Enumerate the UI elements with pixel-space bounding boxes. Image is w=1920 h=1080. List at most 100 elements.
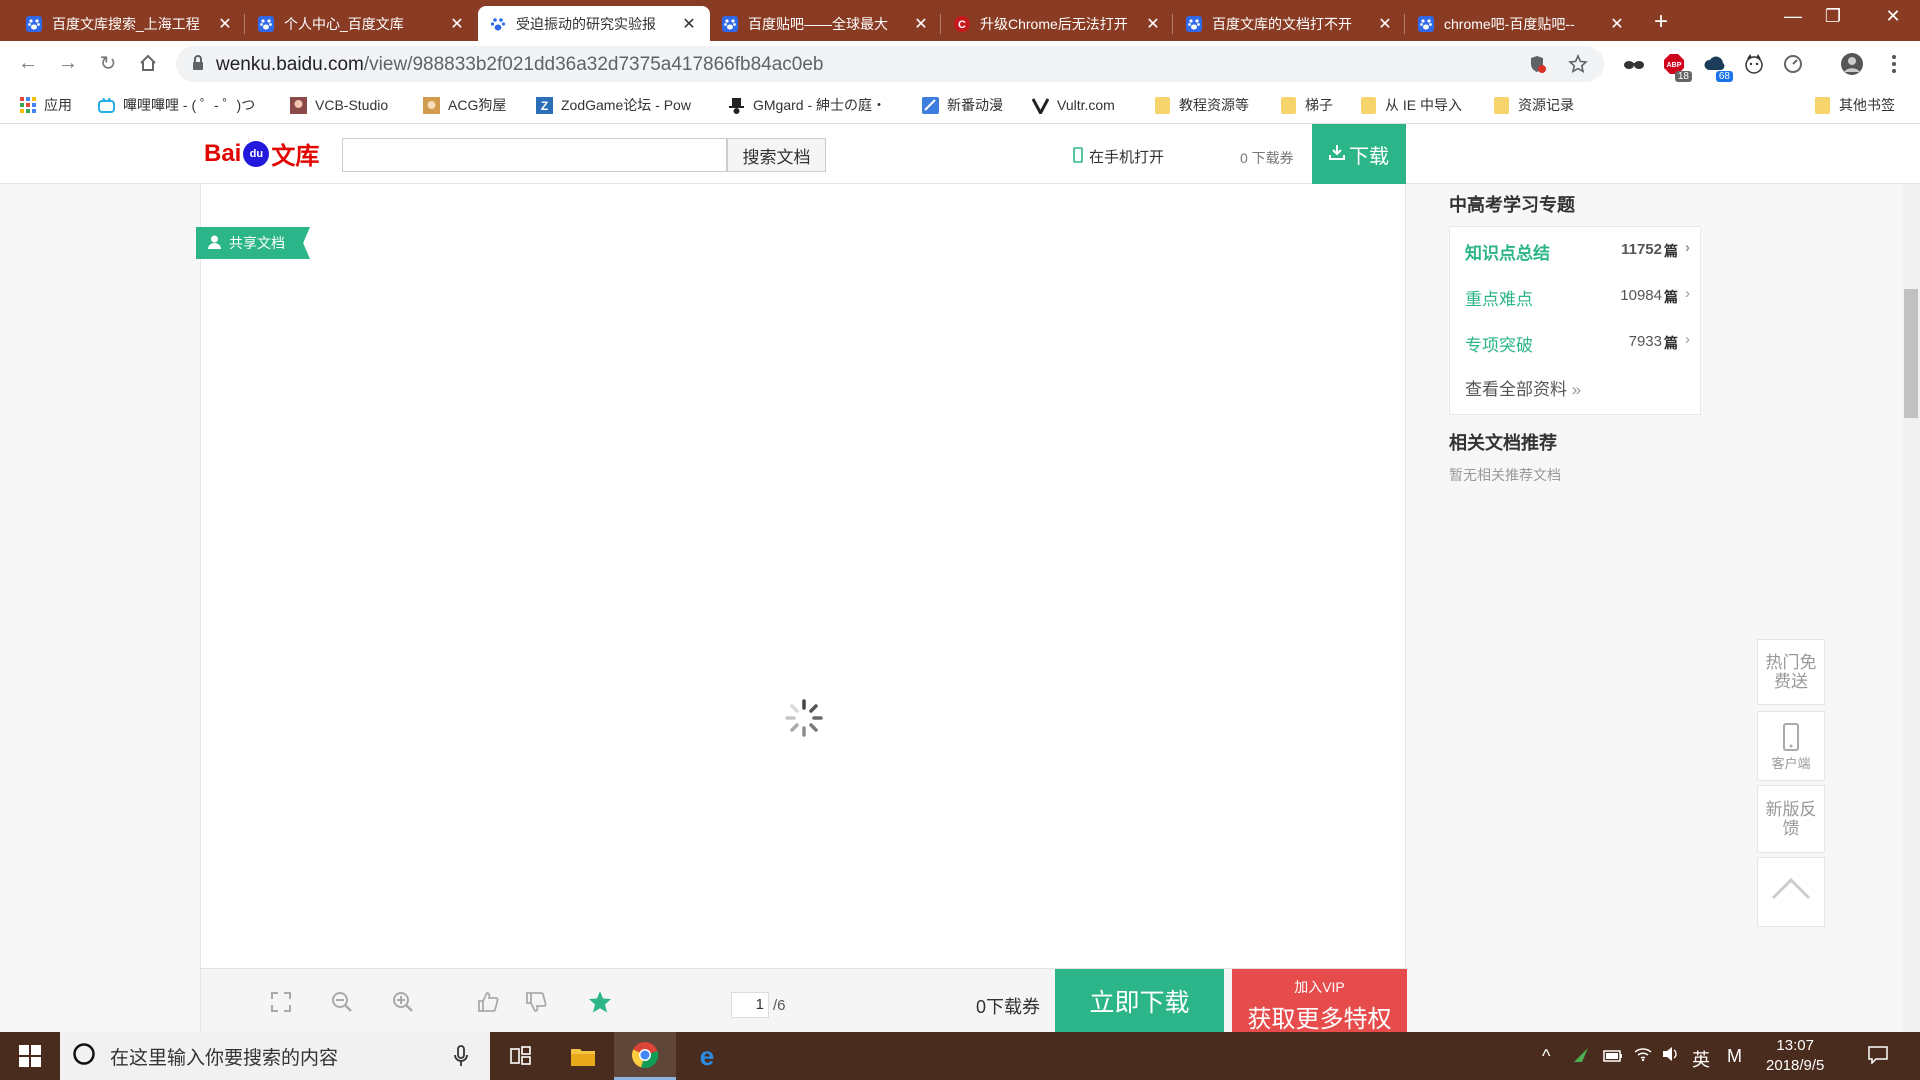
user-icon xyxy=(208,235,221,252)
tray-app-arrow-icon[interactable] xyxy=(1572,1046,1590,1069)
download-button[interactable]: 下载 xyxy=(1312,124,1406,185)
task-view-icon[interactable] xyxy=(490,1032,552,1080)
tab-wenku-search[interactable]: 百度文库搜索_上海工程 ✕ xyxy=(14,6,246,41)
clock-time: 13:07 xyxy=(1776,1037,1814,1054)
forward-arrow-icon[interactable]: → xyxy=(54,49,82,77)
volume-icon[interactable] xyxy=(1662,1046,1680,1067)
bookmark-bilibili[interactable]: 嗶哩嗶哩 - ( ゜- ゜)つ xyxy=(98,95,273,115)
restore-button[interactable]: ❐ xyxy=(1810,6,1856,27)
cloud-badge: 68 xyxy=(1715,71,1733,82)
folder-icon xyxy=(1154,96,1171,114)
tab-wenku-cant-open[interactable]: 百度文库的文档打不开 ✕ xyxy=(1174,6,1406,41)
bookmark-apps[interactable]: 应用 xyxy=(19,95,72,115)
close-icon[interactable]: ✕ xyxy=(912,14,930,34)
page-number-input[interactable]: 1 xyxy=(731,992,769,1018)
tab-tieba[interactable]: 百度贴吧——全球最大 ✕ xyxy=(710,6,942,41)
windows-start-button[interactable] xyxy=(0,1032,60,1080)
baidu-paw-icon xyxy=(258,15,274,32)
star-icon[interactable] xyxy=(1568,54,1588,74)
logo-du-paw: du xyxy=(243,140,270,167)
tab-strip: 百度文库搜索_上海工程 ✕ 个人中心_百度文库 ✕ 受迫振动的研究实验报 ✕ 百… xyxy=(0,0,1920,41)
system-clock[interactable]: 13:07 2018/9/5 xyxy=(1766,1036,1824,1076)
bookmark-folder-resources[interactable]: 资源记录 xyxy=(1493,95,1574,115)
tab-chrome-tieba[interactable]: chrome吧-百度贴吧-- ✕ xyxy=(1406,6,1638,41)
notification-center-icon[interactable] xyxy=(1868,1046,1888,1069)
taskbar-search-box[interactable]: 在这里输入你要搜索的内容 xyxy=(60,1032,490,1080)
client-app-button[interactable]: 客户端 xyxy=(1757,711,1825,781)
bookmarks-bar: 应用 嗶哩嗶哩 - ( ゜- ゜)つ VCB-Studio ACG狗屋 Z Zo… xyxy=(0,87,1920,124)
bookmark-xinfan[interactable]: 新番动漫 xyxy=(922,95,1003,115)
bookmark-other[interactable]: 其他书签 xyxy=(1814,95,1895,115)
menu-kebab-icon[interactable] xyxy=(1882,52,1906,76)
tray-expand-chevron-icon[interactable]: ^ xyxy=(1542,1046,1550,1067)
bookmark-vcb-studio[interactable]: VCB-Studio xyxy=(290,95,388,115)
thumbs-up-icon[interactable] xyxy=(475,989,501,1015)
search-doc-button[interactable]: 搜索文档 xyxy=(727,138,826,172)
bookmark-gmgard[interactable]: GMgard - 紳士の庭・ xyxy=(728,95,903,115)
bookmark-vultr[interactable]: Vultr.com xyxy=(1032,95,1115,115)
topic-item-summary[interactable]: 知识点总结 11752 篇 › xyxy=(1465,239,1690,263)
svg-text:e: e xyxy=(700,1043,714,1069)
tab-personal-center[interactable]: 个人中心_百度文库 ✕ xyxy=(246,6,478,41)
feedback-button[interactable]: 新版反馈 xyxy=(1757,785,1825,853)
close-window-button[interactable]: ✕ xyxy=(1870,6,1916,27)
file-explorer-icon[interactable] xyxy=(552,1032,614,1080)
incognito-mask-icon[interactable] xyxy=(1622,52,1646,76)
adblock-icon[interactable]: ABP 18 xyxy=(1662,52,1692,82)
see-all-link[interactable]: 查看全部资料 » xyxy=(1465,375,1581,400)
shield-blocked-icon[interactable] xyxy=(1527,54,1547,74)
bookmark-folder-tutorials[interactable]: 教程资源等 xyxy=(1154,95,1249,115)
url-text[interactable]: wenku.baidu.com/view/988833b2f021dd36a32… xyxy=(216,54,823,76)
tab-chrome-upgrade[interactable]: C 升级Chrome后无法打开 ✕ xyxy=(942,6,1174,41)
hot-free-button[interactable]: 热门免费送 xyxy=(1757,639,1825,705)
favorite-star-icon[interactable] xyxy=(587,989,613,1015)
wifi-icon[interactable] xyxy=(1634,1046,1652,1067)
zodgame-z-icon: Z xyxy=(536,96,553,114)
chevron-right-icon: › xyxy=(1685,239,1690,256)
scrollbar-thumb[interactable] xyxy=(1904,289,1918,418)
fullscreen-icon[interactable] xyxy=(268,989,294,1015)
join-vip-button[interactable]: 加入VIP 获取更多特权 xyxy=(1232,969,1407,1032)
battery-icon[interactable] xyxy=(1603,1046,1623,1067)
open-on-phone-link[interactable]: 在手机打开 xyxy=(1073,146,1164,167)
bookmark-folder-ie-import[interactable]: 从 IE 中导入 xyxy=(1360,95,1462,115)
bookmark-folder-ladder[interactable]: 梯子 xyxy=(1280,95,1333,115)
bookmark-zodgame[interactable]: Z ZodGame论坛 - Pow xyxy=(536,95,706,115)
back-arrow-icon[interactable]: ← xyxy=(14,49,42,77)
page-scrollbar[interactable] xyxy=(1902,184,1920,1032)
chrome-taskbar-icon[interactable] xyxy=(614,1032,676,1080)
close-icon[interactable]: ✕ xyxy=(216,14,234,34)
close-icon[interactable]: ✕ xyxy=(1376,14,1394,34)
reload-icon[interactable]: ↻ xyxy=(94,49,122,77)
page-content: Bai du 文库 搜索文档 在手机打开 0 下载券 下载 共享文档 1 /6 … xyxy=(0,124,1920,1032)
topic-item-key-points[interactable]: 重点难点 10984 篇 › xyxy=(1465,285,1690,309)
bookmark-label: 资源记录 xyxy=(1518,97,1574,113)
profile-avatar[interactable] xyxy=(1840,52,1864,76)
download-now-button[interactable]: 立即下载 xyxy=(1055,969,1224,1032)
back-to-top-button[interactable] xyxy=(1757,857,1825,927)
topic-item-breakthrough[interactable]: 专项突破 7933 篇 › xyxy=(1465,331,1690,355)
topic-label: 重点难点 xyxy=(1465,290,1533,309)
thumbs-down-icon[interactable] xyxy=(523,989,549,1015)
ime-language-indicator[interactable]: 英 xyxy=(1692,1046,1710,1072)
close-icon[interactable]: ✕ xyxy=(1608,14,1626,34)
ime-mode-indicator[interactable]: M xyxy=(1727,1046,1742,1067)
baidu-wenku-logo[interactable]: Bai du 文库 xyxy=(204,136,319,171)
cloud-extension-icon[interactable]: 68 xyxy=(1703,52,1733,82)
zoom-out-icon[interactable] xyxy=(329,989,355,1015)
close-icon[interactable]: ✕ xyxy=(1144,14,1162,34)
microphone-icon[interactable] xyxy=(454,1045,468,1072)
lock-icon[interactable] xyxy=(192,55,204,76)
cat-extension-icon[interactable] xyxy=(1742,52,1766,76)
edge-taskbar-icon[interactable]: e xyxy=(676,1032,738,1080)
close-icon[interactable]: ✕ xyxy=(680,14,698,34)
new-tab-button[interactable]: + xyxy=(1654,8,1668,36)
doc-search-input[interactable] xyxy=(342,138,727,172)
speedometer-icon[interactable] xyxy=(1781,52,1805,76)
close-icon[interactable]: ✕ xyxy=(448,14,466,34)
bookmark-acg-gouwu[interactable]: ACG狗屋 xyxy=(423,95,506,115)
address-bar[interactable]: wenku.baidu.com/view/988833b2f021dd36a32… xyxy=(176,46,1604,82)
tab-active-document[interactable]: 受迫振动的研究实验报 ✕ xyxy=(478,6,710,41)
zoom-in-icon[interactable] xyxy=(390,989,416,1015)
home-icon[interactable] xyxy=(134,49,162,77)
